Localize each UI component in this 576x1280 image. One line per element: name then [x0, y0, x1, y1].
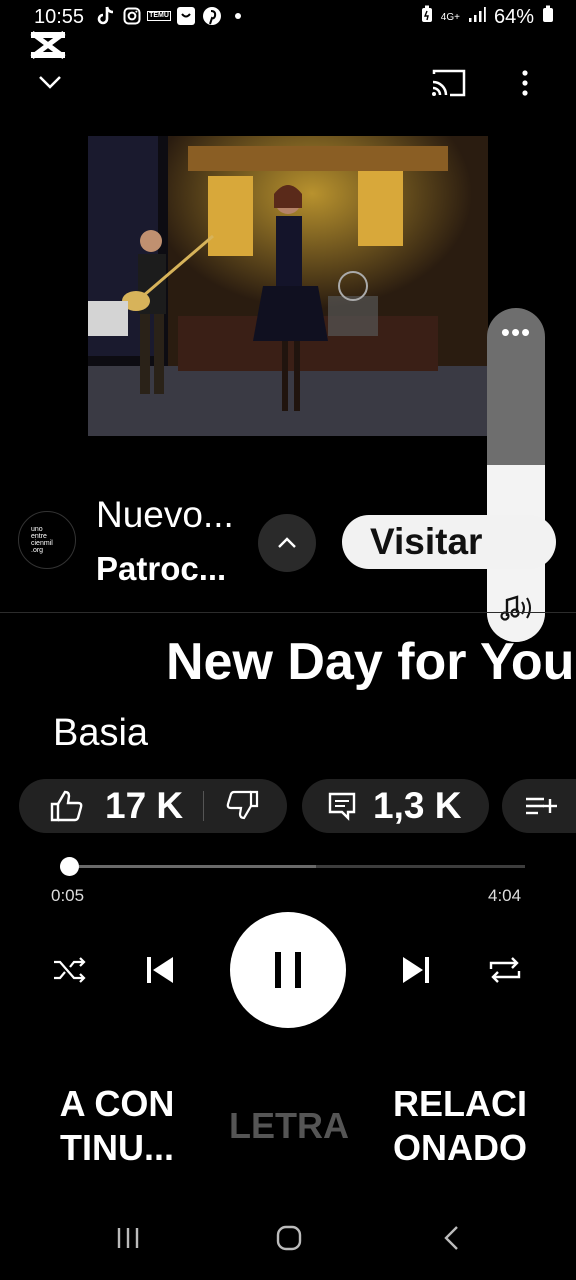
current-time: 0:05: [51, 886, 85, 905]
like-dislike-chip: 17 K: [19, 779, 287, 833]
dot-icon: [228, 6, 248, 26]
buffered-bar: [60, 865, 316, 868]
like-count: 17 K: [105, 785, 184, 826]
progress-track[interactable]: [60, 865, 525, 868]
back-icon: [444, 1226, 458, 1250]
advertiser-logo-line: cienmil: [31, 540, 53, 547]
volume-slider[interactable]: •••: [487, 308, 545, 642]
status-time: 10:55: [34, 6, 85, 28]
minimize-button[interactable]: [36, 68, 64, 101]
more-options-button[interactable]: [512, 68, 538, 103]
ad-title[interactable]: Nuevo...: [96, 494, 234, 536]
skip-previous-icon: [147, 957, 173, 983]
comment-icon: [328, 792, 356, 821]
repeat-button[interactable]: [485, 950, 525, 990]
tab-related[interactable]: RELACI ONADO: [390, 1082, 530, 1170]
ad-sponsor-label[interactable]: Patroc...: [96, 550, 226, 588]
chevron-up-icon: [278, 537, 296, 548]
progress-scrubber-handle[interactable]: [60, 857, 80, 876]
pinterest-icon: [202, 6, 222, 26]
total-duration: 4:04: [488, 886, 522, 905]
video-player[interactable]: [88, 136, 488, 436]
advertiser-logo-line: .org: [31, 547, 44, 554]
next-button[interactable]: [396, 950, 436, 990]
back-button[interactable]: [438, 1224, 466, 1257]
chip-separator: [203, 791, 205, 821]
playlist-add-icon: [526, 797, 557, 815]
like-button[interactable]: 17 K: [19, 785, 183, 827]
recent-apps-button[interactable]: [114, 1224, 142, 1257]
battery-icon: [542, 5, 554, 29]
expand-ad-button[interactable]: [258, 514, 316, 572]
recent-apps-icon: [117, 1228, 139, 1248]
advertiser-logo-line: uno: [31, 526, 43, 533]
shuffle-button[interactable]: [50, 950, 90, 990]
capcut-logo-icon: [28, 30, 68, 65]
status-bar: 10:55 TEMU 4G+ 64%: [0, 0, 576, 34]
more-vert-icon: [522, 70, 528, 96]
shop-icon: [176, 6, 196, 26]
dislike-button[interactable]: [226, 790, 260, 822]
save-to-playlist-button[interactable]: [502, 779, 576, 833]
comment-count: 1,3 K: [373, 785, 462, 826]
cast-icon: [432, 69, 466, 97]
pause-icon: [275, 952, 301, 988]
tab-up-next[interactable]: A CON TINU...: [55, 1082, 179, 1170]
visit-button[interactable]: Visitar: [342, 515, 556, 569]
instagram-icon: [122, 6, 142, 26]
thumbs-down-icon: [226, 790, 259, 820]
volume-options-icon[interactable]: •••: [487, 319, 545, 345]
skip-next-icon: [403, 957, 429, 983]
cast-button[interactable]: [430, 68, 466, 103]
artist-name[interactable]: Basia: [53, 712, 148, 755]
video-frame: [88, 136, 488, 436]
shuffle-icon: [54, 957, 86, 983]
notification-icons: TEMU: [96, 6, 248, 26]
thumbs-up-icon: [50, 790, 83, 822]
previous-button[interactable]: [140, 950, 180, 990]
pause-button[interactable]: [230, 912, 346, 1028]
home-icon: [276, 1225, 302, 1251]
media-volume-icon: [500, 593, 534, 628]
repeat-icon: [489, 957, 521, 983]
status-right: 4G+ 64%: [421, 5, 554, 29]
tab-lyrics[interactable]: LETRA: [222, 1104, 356, 1148]
advertiser-logo[interactable]: uno entre cienmil .org: [18, 511, 76, 569]
network-type: 4G+: [440, 11, 460, 23]
song-title: New Day for You: [166, 633, 575, 691]
temu-icon: TEMU: [147, 11, 171, 21]
signal-icon: [468, 6, 486, 29]
advertiser-logo-line: entre: [31, 533, 47, 540]
tiktok-icon: [96, 6, 116, 26]
comments-button[interactable]: 1,3 K: [302, 779, 489, 833]
divider: [0, 612, 576, 613]
battery-saver-icon: [421, 5, 433, 29]
chevron-down-icon: [39, 76, 61, 89]
home-button[interactable]: [275, 1224, 303, 1257]
battery-percent: 64%: [493, 5, 534, 28]
